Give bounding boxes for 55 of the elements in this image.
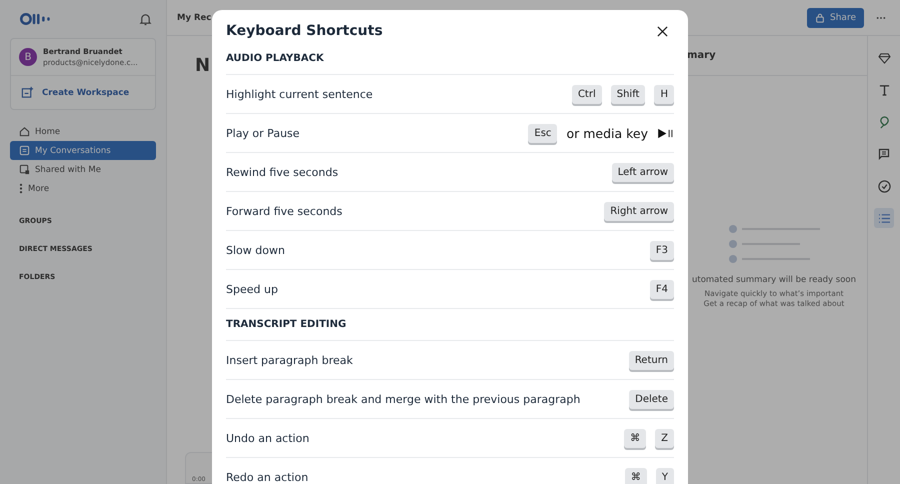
- outline-tool-button[interactable]: [874, 208, 894, 228]
- create-workspace-link[interactable]: Create Workspace: [42, 88, 130, 98]
- section-heading: AUDIO PLAYBACK: [226, 52, 674, 75]
- bell-icon[interactable]: [139, 12, 152, 26]
- conversation-title: N: [195, 56, 210, 76]
- check-circle-icon: [878, 180, 890, 192]
- document-icon: [19, 145, 30, 156]
- key-cap: ⌘: [624, 428, 646, 448]
- avatar[interactable]: B: [19, 48, 37, 66]
- shared-document-icon: [19, 164, 30, 175]
- shortcut-action: Highlight current sentence: [226, 88, 373, 100]
- nav-item[interactable]: Home: [10, 122, 156, 141]
- key-cap: Return: [628, 350, 674, 370]
- play-pause-icon: [657, 128, 674, 138]
- key-cap: F4: [650, 280, 674, 298]
- home-icon: [19, 126, 30, 137]
- shortcut-action: Redo an action: [226, 470, 308, 484]
- key-cap: Delete: [629, 390, 674, 408]
- comment-icon: [878, 148, 890, 160]
- key-cap: H: [654, 84, 674, 104]
- key-cap: ⌘: [624, 468, 647, 484]
- list-icon: [878, 212, 890, 224]
- share-button[interactable]: Share: [807, 8, 864, 28]
- shortcut-action: Forward five seconds: [226, 204, 342, 218]
- empty-state-title: utomated summary will be ready soon: [692, 275, 856, 285]
- workspace-icon: [21, 86, 34, 99]
- key-note: or media key: [566, 126, 648, 140]
- shortcut-action: Rewind five seconds: [226, 166, 338, 178]
- close-icon[interactable]: [657, 26, 668, 36]
- key-cap: Shift: [610, 84, 646, 104]
- key-cap: Right arrow: [604, 202, 674, 220]
- shortcut-action: Speed up: [226, 282, 278, 296]
- nav-item[interactable]: Shared with Me: [10, 160, 156, 179]
- key-cap: Left arrow: [612, 162, 674, 182]
- shortcut-action: Slow down: [226, 244, 285, 256]
- nav-item[interactable]: My Conversations: [10, 141, 156, 160]
- lock-icon: [815, 12, 826, 22]
- key-cap: Esc: [528, 124, 558, 142]
- shortcut-action: Play or Pause: [226, 126, 300, 140]
- key-cap: F3: [650, 240, 674, 260]
- diamond-icon: [878, 52, 890, 64]
- key-cap: Z: [655, 428, 674, 448]
- key-cap: Y: [656, 468, 674, 484]
- shortcut-action: Delete paragraph break and merge with the previous paragraph: [226, 392, 580, 406]
- more-icon: [19, 183, 23, 194]
- dialog-title: Keyboard Shortcuts: [226, 23, 383, 39]
- text-icon: [878, 84, 890, 96]
- nav-item[interactable]: More: [10, 179, 156, 198]
- shortcut-action: Undo an action: [226, 432, 310, 444]
- key-cap: Ctrl: [572, 84, 602, 104]
- section-heading: TRANSCRIPT EDITING: [226, 309, 674, 341]
- pin-icon: [878, 116, 890, 128]
- more-options-icon[interactable]: [876, 16, 886, 20]
- shortcut-action: Insert paragraph break: [226, 354, 353, 366]
- breadcrumb[interactable]: My Rec: [177, 12, 212, 22]
